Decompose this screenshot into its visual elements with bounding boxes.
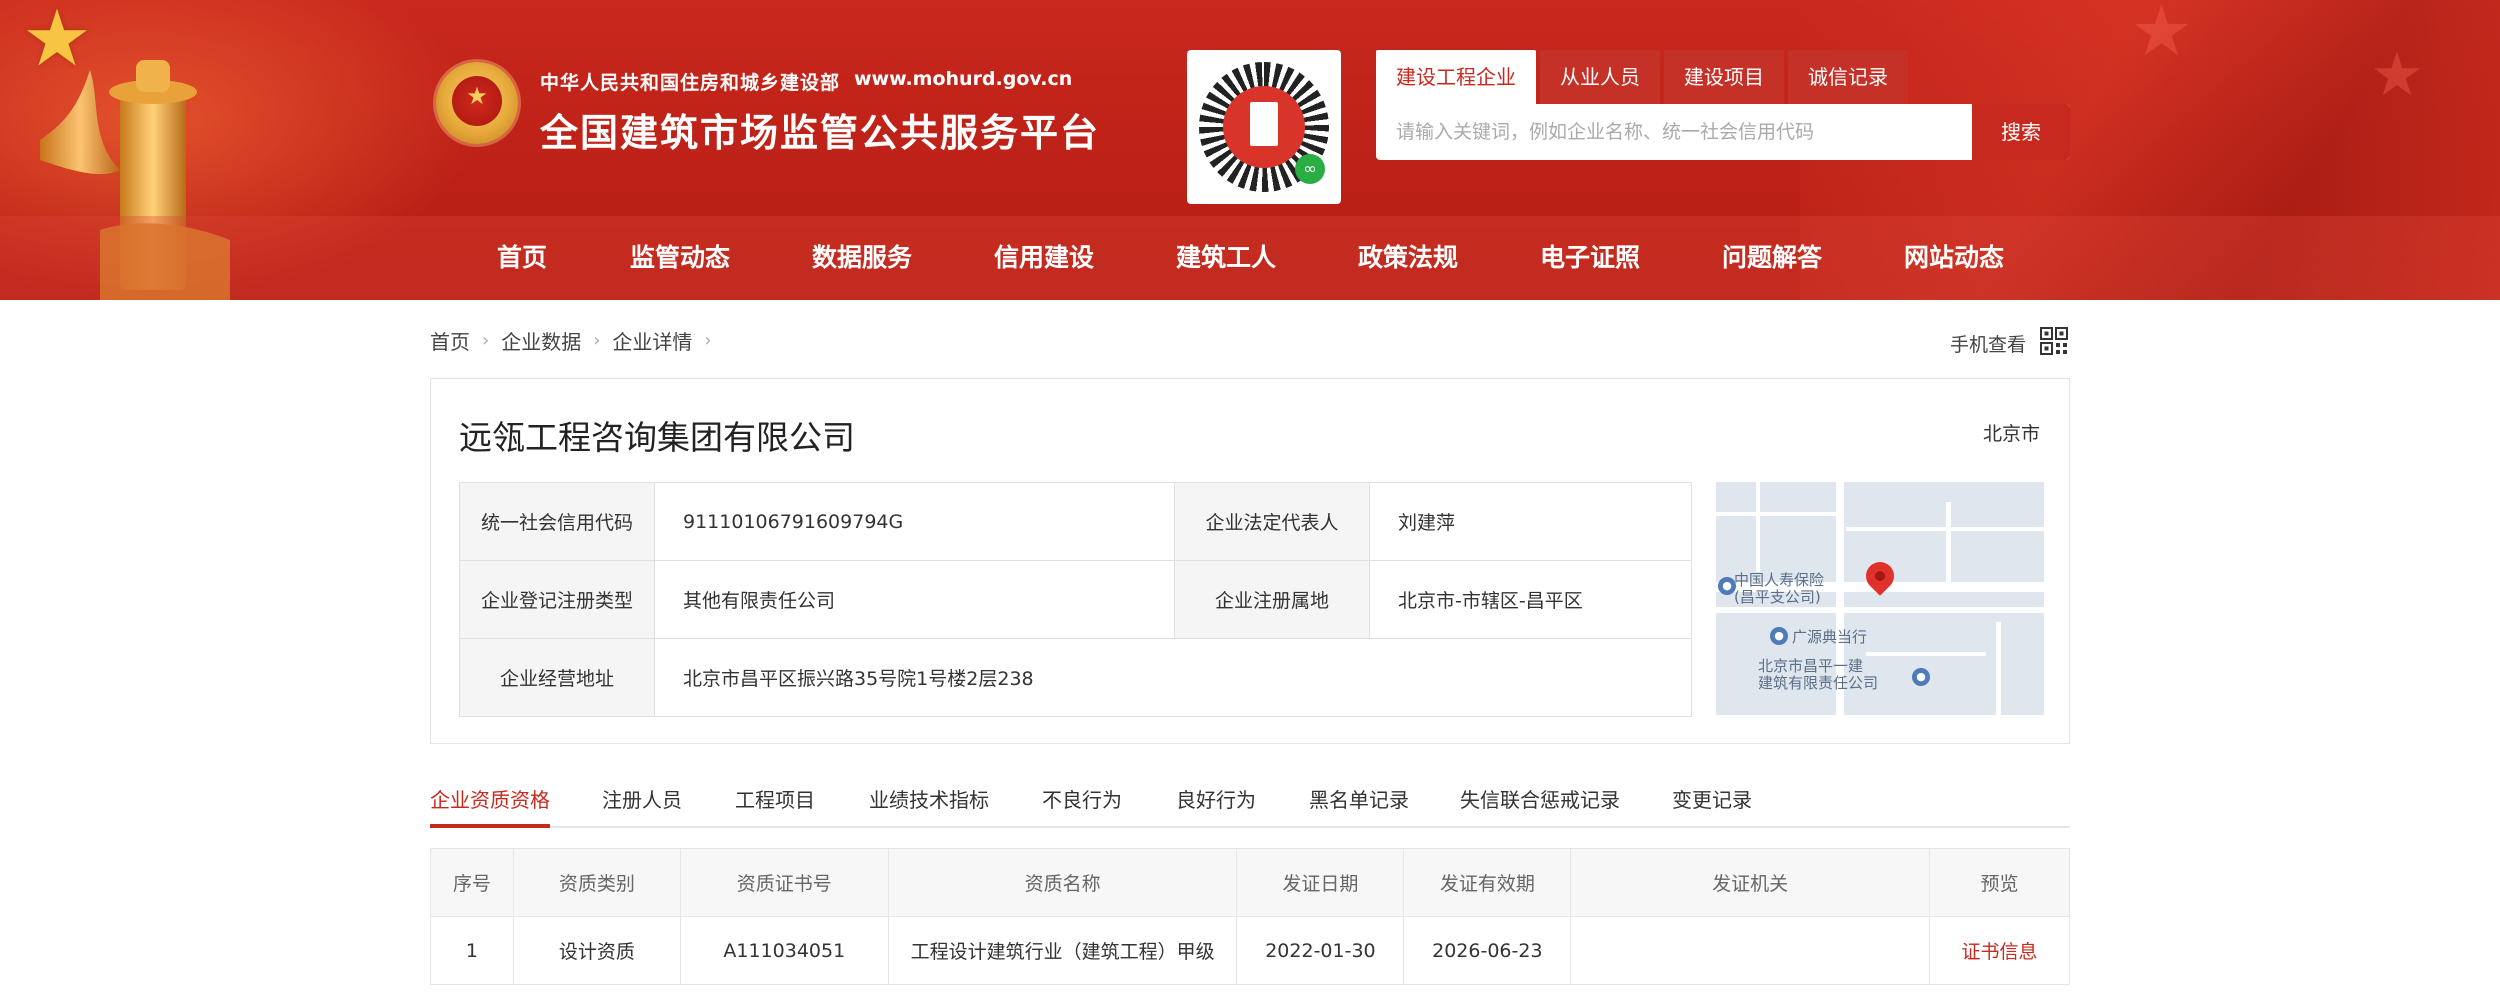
col-issuer: 发证机关 [1570,848,1931,917]
map-label-poi1: 中国人寿保险 (昌平支公司) [1734,571,1825,607]
tab-good-behavior[interactable]: 良好行为 [1176,782,1256,828]
table-row: 1 设计资质 A111034051 工程设计建筑行业（建筑工程）甲级 2022-… [430,916,2070,985]
credit-code-label: 统一社会信用代码 [459,482,655,561]
star-icon: ★ [2130,0,2193,72]
qr-code-icon[interactable] [2040,327,2068,355]
col-cert-number: 资质证书号 [679,848,889,917]
nav-construction-workers[interactable]: 建筑工人 [1170,216,1282,300]
breadcrumb-enterprise-data[interactable]: 企业数据 [501,326,581,355]
tab-bad-behavior[interactable]: 不良行为 [1042,782,1122,828]
main-nav: 首页 监管动态 数据服务 信用建设 建筑工人 政策法规 电子证照 问题解答 网站… [0,216,2500,300]
location-map[interactable]: ● 中国人寿保险 (昌平支公司) ● 广源典当行 北京市昌平一建 建筑有限责任公司 … [1716,482,2044,715]
tab-qualifications[interactable]: 企业资质资格 [430,782,550,828]
nav-credit-building[interactable]: 信用建设 [988,216,1100,300]
qualifications-table: 序号 资质类别 资质证书号 资质名称 发证日期 发证有效期 发证机关 预览 1 … [430,848,2070,985]
tab-blacklist[interactable]: 黑名单记录 [1309,782,1409,828]
ministry-name: 中华人民共和国住房和城乡建设部 [540,72,841,94]
company-name: 远瓴工程咨询集团有限公司 [459,418,855,457]
reg-type-label: 企业登记注册类型 [459,560,655,639]
nav-data-services[interactable]: 数据服务 [806,216,918,300]
nav-supervision-news[interactable]: 监管动态 [624,216,736,300]
cell-issuer [1570,916,1931,985]
site-header: ★ ★ ★ ★ ★ 中华人民共和国住房和城乡建设部 www.mohurd.gov… [0,0,2500,300]
nav-e-licenses[interactable]: 电子证照 [1534,216,1646,300]
breadcrumb-home[interactable]: 首页 [430,326,470,355]
col-issue-date: 发证日期 [1236,848,1405,917]
chevron-right-icon: › [482,330,490,351]
tab-change-records[interactable]: 变更记录 [1672,782,1752,828]
tab-projects[interactable]: 工程项目 [735,782,815,828]
nav-faq[interactable]: 问题解答 [1716,216,1828,300]
cell-index: 1 [430,916,514,985]
search-bar: 搜索 [1376,104,2070,160]
cell-valid-until: 2026-06-23 [1403,916,1572,985]
reg-place-label: 企业注册属地 [1174,560,1370,639]
search-tab-personnel[interactable]: 从业人员 [1540,50,1660,104]
company-city: 北京市 [1983,423,2041,445]
cert-info-link[interactable]: 证书信息 [1929,916,2070,985]
col-preview: 预览 [1929,848,2070,917]
map-poi-icon: ● [1912,668,1930,686]
tab-joint-punishment[interactable]: 失信联合惩戒记录 [1460,782,1620,828]
reg-type-value: 其他有限责任公司 [654,560,1175,639]
breadcrumb-enterprise-detail: 企业详情 [612,330,693,354]
star-icon: ★ [2370,40,2424,110]
mini-program-icon: ∞ [1295,154,1325,184]
nav-policies[interactable]: 政策法规 [1352,216,1464,300]
tab-performance-indicators[interactable]: 业绩技术指标 [869,782,989,828]
map-label-poi3: 北京市昌平一建 建筑有限责任公司 [1758,657,1879,693]
mini-program-qr-code: ∞ [1187,50,1341,204]
col-valid-until: 发证有效期 [1403,848,1572,917]
chevron-right-icon: › [704,330,712,351]
detail-tabs: 企业资质资格 注册人员 工程项目 业绩技术指标 不良行为 良好行为 黑名单记录 … [430,782,2070,828]
company-info-card: 远瓴工程咨询集团有限公司 北京市 统一社会信用代码 91110106791609… [430,378,2070,744]
search-tab-credit[interactable]: 诚信记录 [1788,50,1908,104]
search-tab-project[interactable]: 建设项目 [1664,50,1784,104]
cell-category: 设计资质 [512,916,681,985]
col-category: 资质类别 [512,848,681,917]
cell-qual-name: 工程设计建筑行业（建筑工程）甲级 [887,916,1238,985]
tab-registered-personnel[interactable]: 注册人员 [602,782,682,828]
site-url[interactable]: www.mohurd.gov.cn [854,68,1072,90]
search-tab-enterprise[interactable]: 建设工程企业 [1376,50,1536,104]
cell-issue-date: 2022-01-30 [1236,916,1405,985]
legal-rep-label: 企业法定代表人 [1174,482,1370,561]
credit-code-value: 91110106791609794G [654,482,1175,561]
reg-place-value: 北京市-市辖区-昌平区 [1369,560,1692,639]
col-qual-name: 资质名称 [887,848,1238,917]
national-emblem-icon: ★ [436,62,518,144]
col-index: 序号 [430,848,514,917]
nav-home[interactable]: 首页 [480,216,564,300]
nav-site-news[interactable]: 网站动态 [1898,216,2010,300]
search-button[interactable]: 搜索 [1972,104,2070,160]
address-label: 企业经营地址 [459,638,655,717]
breadcrumb: 首页 › 企业数据 › 企业详情 › [430,326,724,355]
company-info-table: 统一社会信用代码 91110106791609794G 企业法定代表人 刘建萍 … [459,482,1692,717]
legal-rep-value: 刘建萍 [1369,482,1692,561]
map-poi-icon: ● [1770,627,1788,645]
platform-title: 全国建筑市场监管公共服务平台 [540,111,1101,155]
map-label-poi2: 广源典当行 [1792,628,1868,646]
mobile-view-link[interactable]: 手机查看 [1950,330,2026,357]
address-value: 北京市昌平区振兴路35号院1号楼2层238 [654,638,1692,717]
chevron-right-icon: › [593,330,601,351]
search-input[interactable] [1396,104,2006,160]
cell-cert-number: A111034051 [679,916,889,985]
star-icon: ★ [22,0,92,84]
